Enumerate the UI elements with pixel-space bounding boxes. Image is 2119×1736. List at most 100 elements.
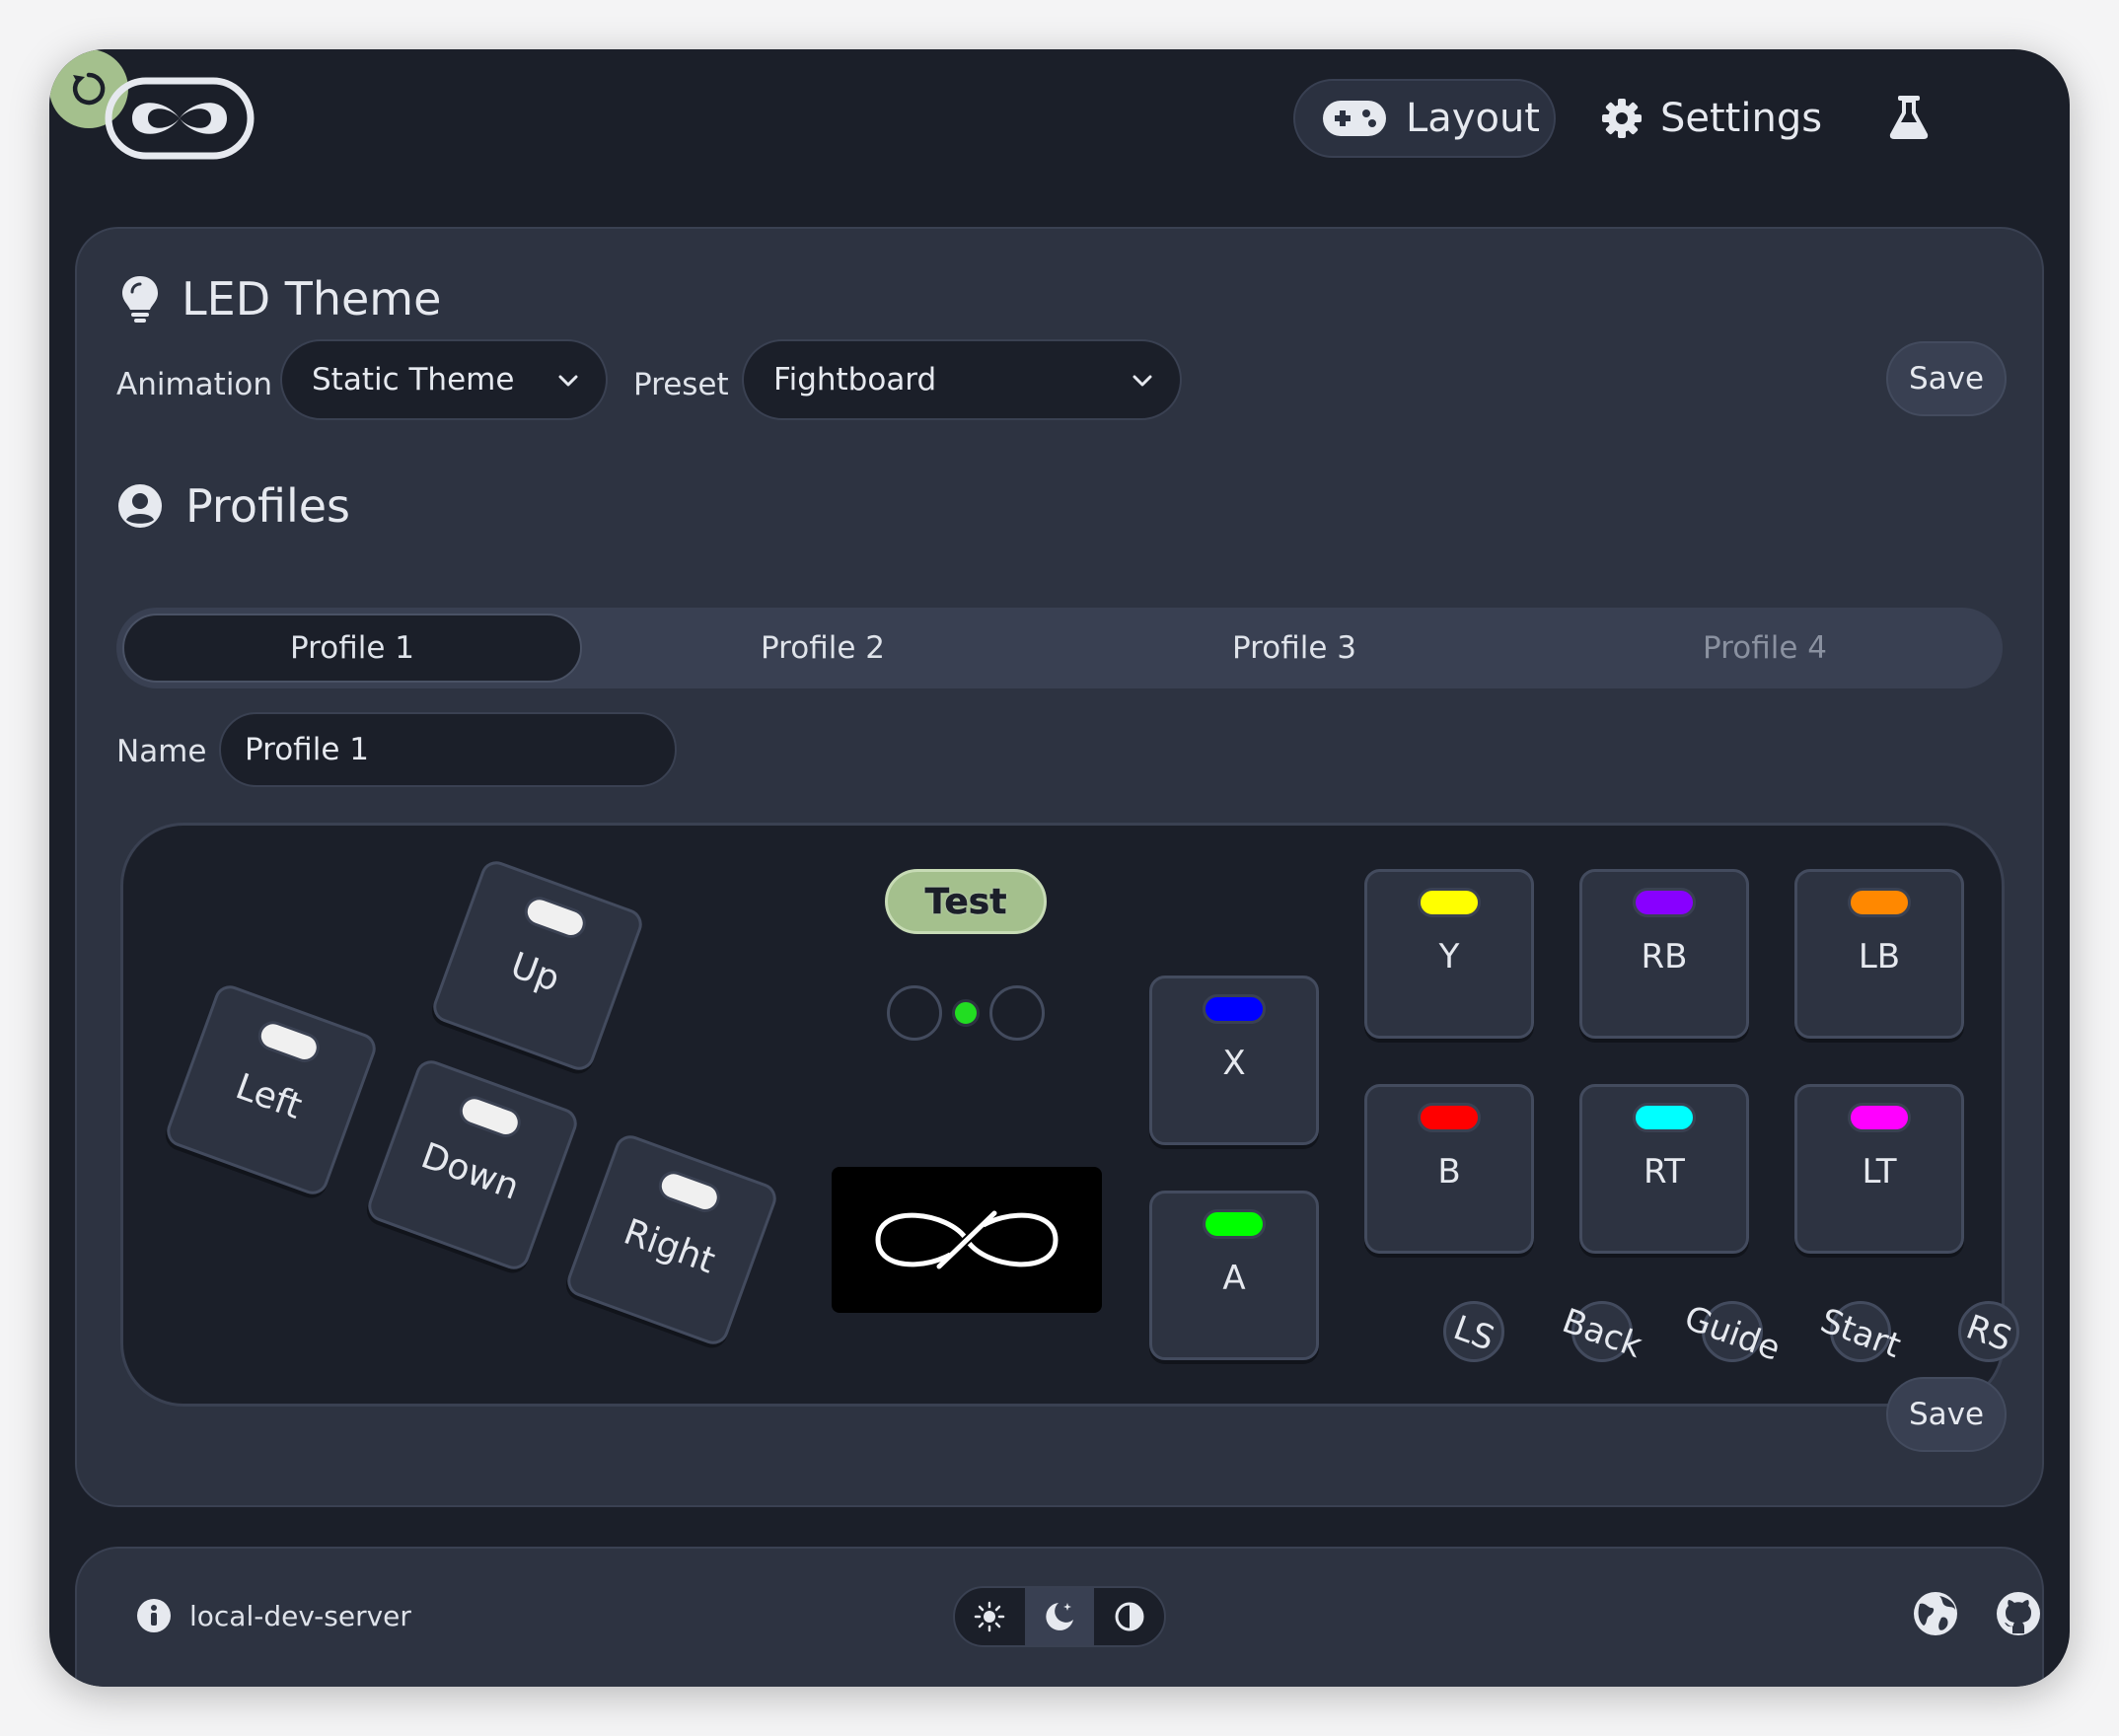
preset-select-value: Fightboard — [773, 362, 937, 398]
button-label: A — [1222, 1259, 1246, 1298]
profile-name-input[interactable]: Profile 1 — [219, 712, 677, 787]
tab-profile-1[interactable]: Profile 1 — [122, 614, 582, 683]
profiles-title: Profiles — [185, 479, 350, 533]
animation-select-value: Static Theme — [312, 362, 515, 398]
tab-profile-4[interactable]: Profile 4 — [1535, 614, 1995, 683]
flask-icon[interactable] — [1884, 93, 1934, 142]
button-label: Down — [415, 1135, 525, 1208]
button-label: RB — [1641, 937, 1688, 976]
indicator-ring-left — [887, 985, 942, 1041]
app-window: Layout Settings LED Theme Animation Stat… — [49, 49, 2070, 1687]
profile-tabs: Profile 1 Profile 2 Profile 3 Profile 4 — [116, 608, 2003, 688]
button-label: B — [1437, 1152, 1461, 1192]
footer: local-dev-server — [75, 1547, 2044, 1687]
controller-layout: Up Left Down Right Test X A Y RB LB B RT… — [120, 823, 2019, 1407]
dpad-down-button[interactable]: Down — [363, 1055, 582, 1274]
led-indicator — [654, 1167, 724, 1217]
rb-button[interactable]: RB — [1579, 869, 1749, 1039]
infinity-logo-icon — [875, 1210, 1059, 1269]
led-indicator — [1633, 888, 1696, 917]
led-indicator — [1848, 888, 1911, 917]
back-button[interactable]: Back — [1557, 1301, 1647, 1366]
led-indicator — [1848, 1103, 1911, 1132]
button-label: Y — [1438, 937, 1460, 976]
info-icon — [137, 1599, 171, 1632]
server-name: local-dev-server — [189, 1599, 411, 1632]
a-button[interactable]: A — [1149, 1191, 1319, 1360]
rs-button[interactable]: RS — [1958, 1301, 2019, 1362]
tab-profile-2[interactable]: Profile 2 — [593, 614, 1053, 683]
profile-save-button[interactable]: Save — [1886, 1377, 2007, 1452]
preset-select[interactable]: Fightboard — [742, 339, 1182, 420]
button-label: LS — [1448, 1308, 1499, 1359]
animation-select[interactable]: Static Theme — [280, 339, 608, 420]
tab-profile-3[interactable]: Profile 3 — [1064, 614, 1524, 683]
start-button[interactable]: Start — [1815, 1301, 1906, 1366]
main-card: LED Theme Animation Static Theme Preset … — [75, 227, 2044, 1507]
led-theme-title: LED Theme — [182, 272, 442, 326]
indicator-ring-right — [989, 985, 1045, 1041]
nav-layout-button[interactable]: Layout — [1293, 79, 1556, 158]
lightbulb-icon — [122, 276, 158, 323]
globe-icon[interactable] — [1912, 1590, 1959, 1637]
button-label: Up — [505, 945, 565, 1000]
name-label: Name — [116, 734, 207, 769]
button-label: X — [1222, 1044, 1246, 1083]
button-label: Guide — [1679, 1298, 1786, 1369]
button-label: LT — [1862, 1152, 1897, 1192]
guide-button[interactable]: Guide — [1679, 1298, 1786, 1369]
ls-button[interactable]: LS — [1443, 1301, 1504, 1362]
user-circle-icon — [118, 484, 162, 528]
gamepad-icon — [1323, 101, 1386, 136]
led-indicator — [520, 893, 590, 943]
nav-settings-label: Settings — [1660, 96, 1823, 141]
led-indicator — [1418, 1103, 1481, 1132]
dpad-right-button[interactable]: Right — [562, 1130, 781, 1349]
led-theme-heading: LED Theme — [120, 272, 441, 326]
test-button[interactable]: Test — [885, 869, 1047, 934]
led-indicator — [1203, 994, 1266, 1024]
moon-stars-icon — [1046, 1603, 1073, 1630]
gear-icon — [1602, 99, 1642, 138]
led-indicator — [1418, 888, 1481, 917]
led-indicator — [455, 1092, 525, 1142]
infinity-logo-icon[interactable] — [105, 77, 255, 160]
display-screen — [832, 1167, 1102, 1313]
reboot-icon — [72, 72, 106, 106]
github-icon[interactable] — [1995, 1590, 2042, 1637]
profiles-heading: Profiles — [116, 479, 350, 533]
contrast-icon — [1115, 1602, 1144, 1631]
theme-dark-button[interactable] — [1024, 1588, 1095, 1645]
button-label: Back — [1557, 1301, 1647, 1366]
button-label: LB — [1858, 937, 1901, 976]
preset-label: Preset — [633, 367, 729, 402]
rt-button[interactable]: RT — [1579, 1084, 1749, 1254]
led-indicator — [1203, 1209, 1266, 1239]
theme-light-button[interactable] — [955, 1588, 1025, 1645]
lt-button[interactable]: LT — [1794, 1084, 1964, 1254]
animation-label: Animation — [116, 367, 273, 402]
nav-settings-button[interactable]: Settings — [1601, 79, 1822, 158]
button-label: Left — [230, 1066, 308, 1127]
chevron-down-icon — [1133, 375, 1152, 387]
x-button[interactable]: X — [1149, 976, 1319, 1145]
lb-button[interactable]: LB — [1794, 869, 1964, 1039]
button-label: RS — [1960, 1307, 2017, 1360]
dpad-left-button[interactable]: Left — [162, 980, 381, 1199]
dpad-up-button[interactable]: Up — [428, 856, 647, 1075]
button-label: Start — [1815, 1301, 1906, 1366]
button-label: Right — [618, 1211, 720, 1282]
button-label: RT — [1644, 1152, 1685, 1192]
led-save-button[interactable]: Save — [1886, 341, 2007, 416]
profile-name-value: Profile 1 — [245, 732, 369, 767]
theme-auto-button[interactable] — [1094, 1588, 1164, 1645]
server-info: local-dev-server — [136, 1598, 411, 1633]
sun-icon — [975, 1601, 1005, 1632]
b-button[interactable]: B — [1364, 1084, 1534, 1254]
status-led-indicator — [952, 999, 980, 1027]
led-indicator — [1633, 1103, 1696, 1132]
chevron-down-icon — [558, 375, 578, 387]
led-indicator — [254, 1017, 324, 1067]
y-button[interactable]: Y — [1364, 869, 1534, 1039]
theme-switcher — [953, 1586, 1166, 1647]
